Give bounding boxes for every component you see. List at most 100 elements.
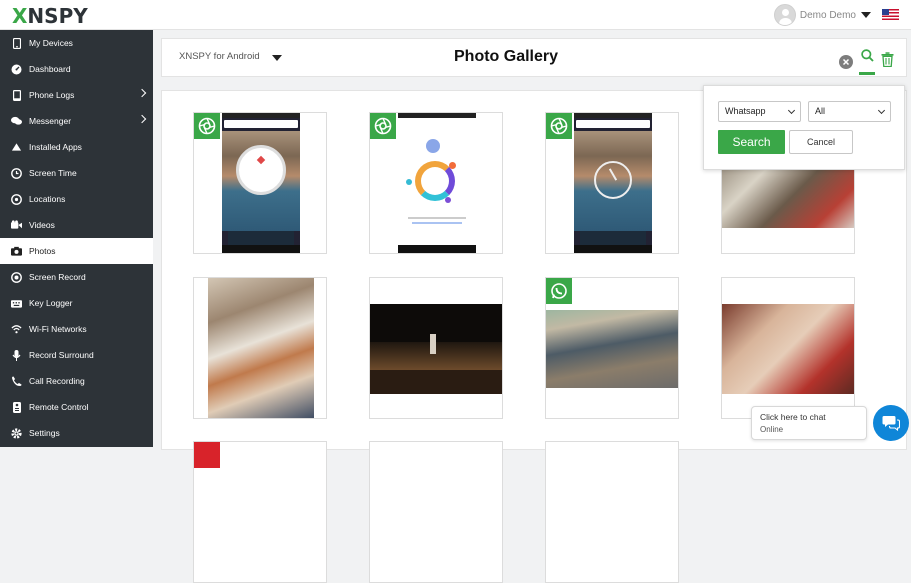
whatsapp-icon <box>546 278 572 304</box>
sidebar-item-videos[interactable]: Videos <box>0 212 153 238</box>
trash-icon[interactable] <box>881 51 894 72</box>
keyboard-icon <box>11 298 22 309</box>
photo-tile[interactable] <box>545 277 679 419</box>
video-icon <box>11 220 22 231</box>
chat-icon <box>882 416 900 431</box>
device-selector-label: XNSPY for Android <box>179 51 260 62</box>
messenger-icon <box>11 116 22 127</box>
sidebar-item-label: Remote Control <box>29 402 89 412</box>
photo-tile[interactable] <box>193 112 327 254</box>
sidebar-item-label: Locations <box>29 194 66 204</box>
xnspy-logo[interactable]: XNSPY <box>12 4 88 28</box>
user-name: Demo Demo <box>799 9 856 21</box>
top-bar: XNSPY Demo Demo <box>0 0 911 30</box>
location-icon <box>11 193 22 205</box>
chevron-right-icon <box>137 88 147 98</box>
camera-icon <box>194 113 220 139</box>
remote-icon <box>11 401 22 413</box>
sidebar-item-label: Installed Apps <box>29 142 82 152</box>
sidebar-item-installed-apps[interactable]: Installed Apps <box>0 134 153 160</box>
photo-tile[interactable] <box>545 112 679 254</box>
sidebar-item-record-surround[interactable]: Record Surround <box>0 342 153 368</box>
chevron-down-icon <box>877 106 886 115</box>
photo-tile[interactable] <box>369 277 503 419</box>
camera-icon <box>546 113 572 139</box>
sidebar-item-label: Settings <box>29 428 60 438</box>
photo-image <box>370 304 502 394</box>
avatar <box>773 4 796 26</box>
sidebar-item-wifi-networks[interactable]: Wi-Fi Networks <box>0 316 153 342</box>
search-toggle-button[interactable] <box>859 48 875 75</box>
chat-prompt[interactable]: Click here to chat Online <box>751 406 867 440</box>
sidebar-item-key-logger[interactable]: Key Logger <box>0 290 153 316</box>
page-title: Photo Gallery <box>454 48 559 65</box>
sidebar-item-label: Wi-Fi Networks <box>29 324 87 334</box>
photo-tile[interactable] <box>193 441 327 583</box>
sidebar-item-settings[interactable]: Settings <box>0 420 153 446</box>
type-filter-value: All <box>815 106 826 116</box>
sidebar-item-label: Call Recording <box>29 376 85 386</box>
sidebar-item-screen-record[interactable]: Screen Record <box>0 264 153 290</box>
sidebar-item-label: Screen Record <box>29 272 86 282</box>
sidebar-item-locations[interactable]: Locations <box>0 186 153 212</box>
sidebar-item-label: Messenger <box>29 116 72 126</box>
wifi-icon <box>11 324 22 335</box>
sidebar-item-label: Dashboard <box>29 64 71 74</box>
sidebar-item-label: My Devices <box>29 38 73 48</box>
camera-icon <box>370 113 396 139</box>
photo-tile[interactable] <box>721 277 855 419</box>
sidebar-item-photos[interactable]: Photos <box>0 238 153 264</box>
chat-status: Online <box>760 425 784 434</box>
user-menu[interactable]: Demo Demo <box>773 4 871 26</box>
call-icon <box>11 376 22 387</box>
gallery-header: XNSPY for Android Photo Gallery <box>161 38 907 77</box>
sidebar-item-dashboard[interactable]: Dashboard <box>0 56 153 82</box>
photo-image <box>194 442 220 468</box>
clock-icon <box>11 167 22 179</box>
sidebar-item-label: Record Surround <box>29 350 94 360</box>
sidebar-item-phone-logs[interactable]: Phone Logs <box>0 82 153 108</box>
sidebar-item-label: Screen Time <box>29 168 77 178</box>
photo-tile[interactable] <box>369 441 503 583</box>
chevron-right-icon <box>137 114 147 124</box>
photo-image <box>722 304 854 394</box>
photo-image <box>222 113 300 253</box>
photo-tile[interactable] <box>193 277 327 419</box>
type-filter-select[interactable]: All <box>808 101 891 122</box>
search-button[interactable]: Search <box>718 130 785 154</box>
sidebar: My Devices Dashboard Phone Logs Messenge… <box>0 30 153 447</box>
record-icon <box>11 271 22 283</box>
sidebar-item-label: Key Logger <box>29 298 73 308</box>
photo-image <box>546 310 678 388</box>
sidebar-item-my-devices[interactable]: My Devices <box>0 30 153 56</box>
sidebar-item-remote-control[interactable]: Remote Control <box>0 394 153 420</box>
app-filter-select[interactable]: Whatsapp <box>718 101 801 122</box>
device-selector[interactable]: XNSPY for Android <box>179 51 282 62</box>
app-filter-value: Whatsapp <box>725 106 766 116</box>
gear-icon <box>11 427 22 439</box>
sidebar-item-call-recording[interactable]: Call Recording <box>0 368 153 394</box>
chevron-down-icon <box>787 106 796 115</box>
microphone-icon <box>11 349 22 361</box>
apps-icon <box>11 142 22 153</box>
chevron-down-icon <box>271 54 282 61</box>
cancel-button[interactable]: Cancel <box>789 130 853 154</box>
photo-image <box>208 278 314 418</box>
sidebar-item-label: Photos <box>29 246 56 256</box>
photo-tile[interactable] <box>545 441 679 583</box>
search-icon <box>860 49 874 62</box>
sidebar-item-messenger[interactable]: Messenger <box>0 108 153 134</box>
chat-launcher-button[interactable] <box>873 405 909 441</box>
us-flag-icon[interactable] <box>882 9 899 20</box>
chevron-down-icon <box>861 12 871 18</box>
sidebar-item-screen-time[interactable]: Screen Time <box>0 160 153 186</box>
phone-icon <box>11 37 22 49</box>
sidebar-item-label: Videos <box>29 220 55 230</box>
chat-prompt-text: Click here to chat <box>760 412 826 422</box>
sidebar-item-label: Phone Logs <box>29 90 75 100</box>
photo-tile[interactable] <box>369 112 503 254</box>
filter-popover: Whatsapp All Search Cancel <box>703 85 905 170</box>
clear-filter-icon[interactable] <box>839 54 853 69</box>
photo-image <box>398 113 476 253</box>
photo-image <box>574 113 652 253</box>
